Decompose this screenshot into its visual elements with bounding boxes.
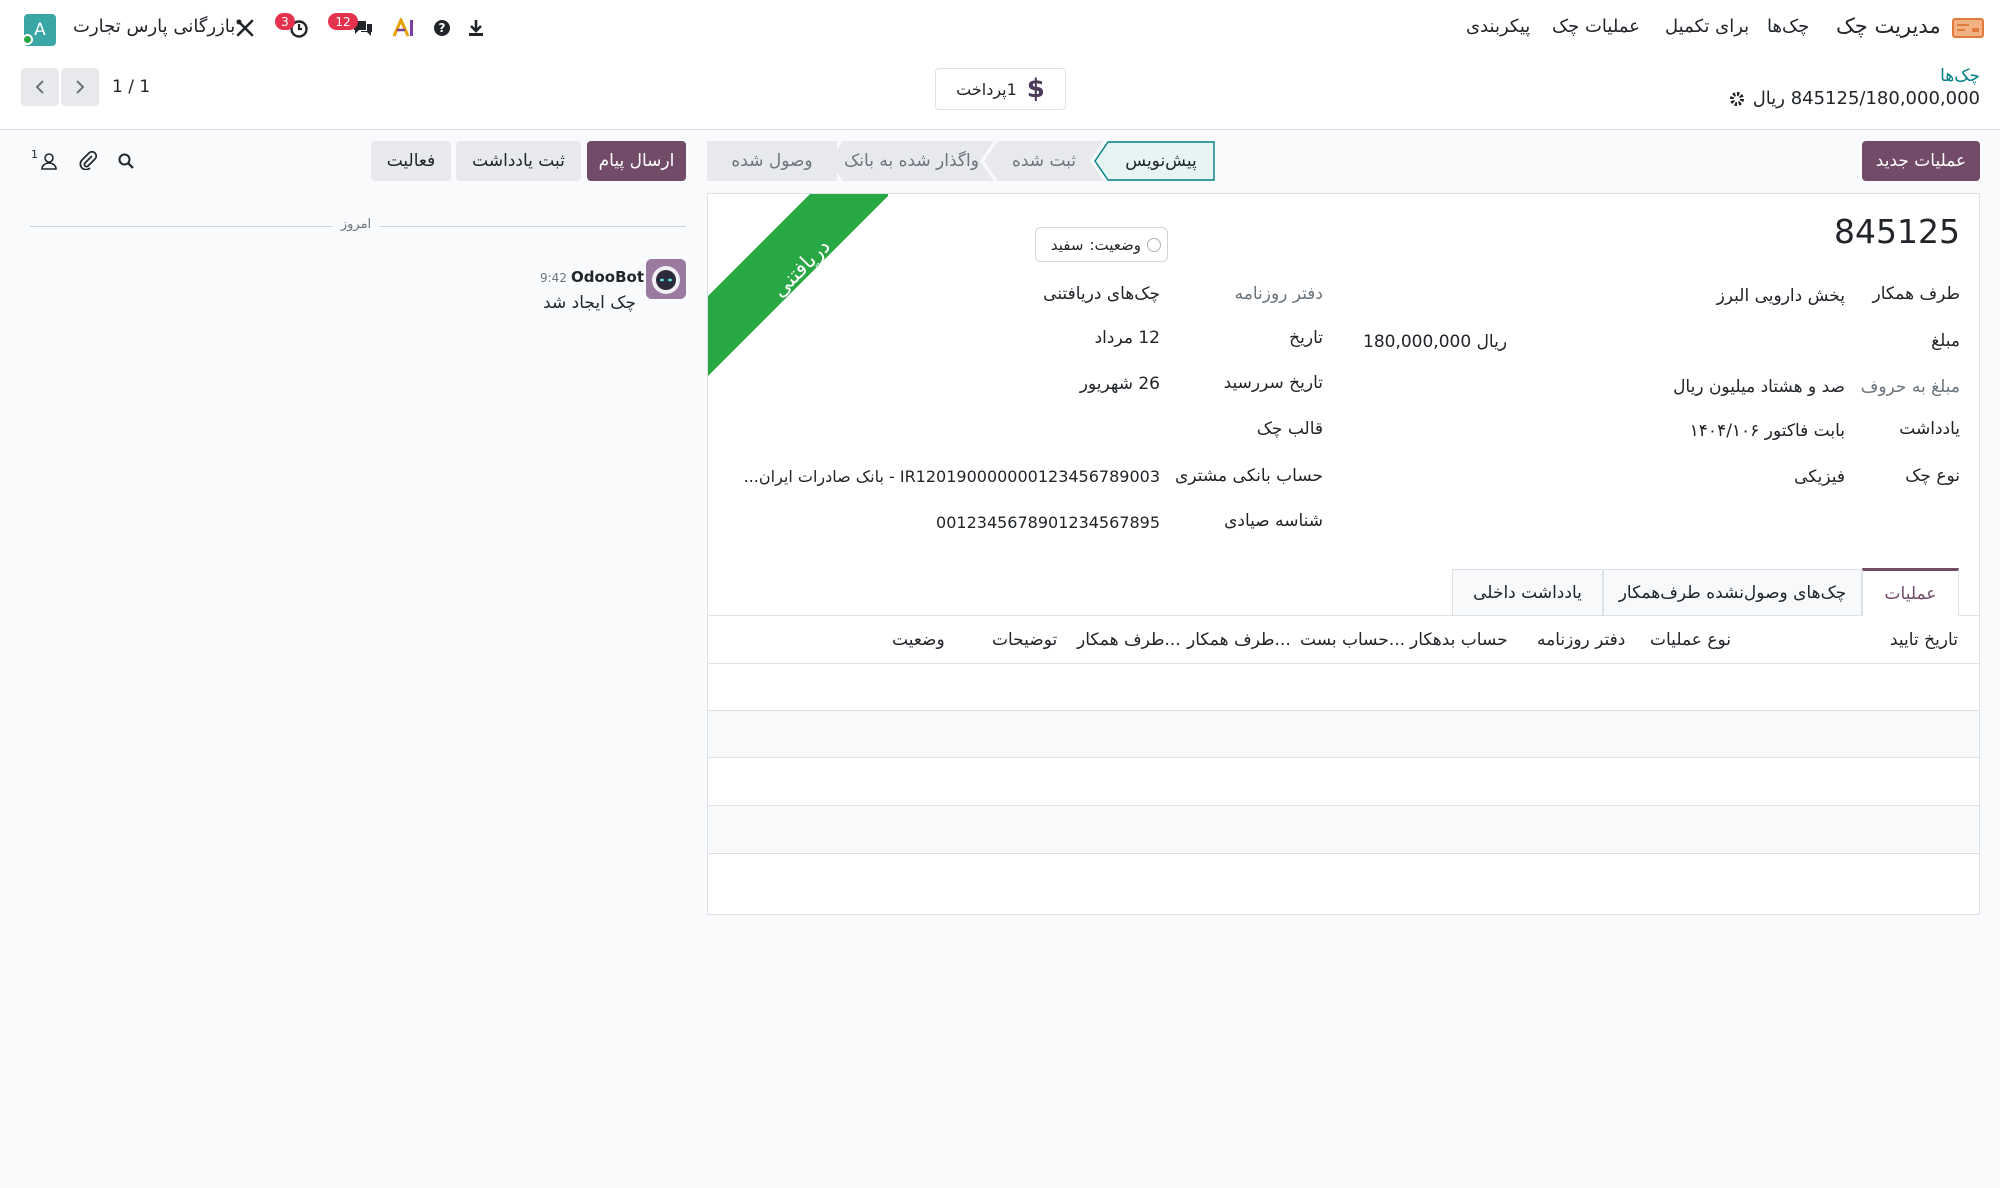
check-template-value[interactable] bbox=[940, 419, 1160, 443]
col-partner-2[interactable]: طرف همکار... bbox=[1077, 630, 1181, 650]
today-separator: امروز bbox=[340, 217, 372, 232]
table-row-divider bbox=[707, 710, 1980, 711]
sayad-id-value[interactable]: 0012345678901234567895 bbox=[900, 513, 1160, 532]
gear-icon[interactable] bbox=[1729, 91, 1745, 107]
status-label: وضعیت: bbox=[1089, 235, 1141, 254]
amount-label: مبلغ bbox=[1931, 331, 1960, 351]
table-row bbox=[708, 806, 1979, 852]
separator-line bbox=[380, 226, 686, 227]
control-panel: چک‌ها 845125/180,000,000 ریال $ 1پرداخت … bbox=[0, 58, 2000, 130]
dollar-icon: $ bbox=[1026, 74, 1045, 104]
message-time: 9:42 bbox=[540, 271, 567, 285]
attachment-icon[interactable] bbox=[78, 150, 98, 170]
top-navbar: مدیریت چک چک‌ها برای تکمیل عملیات چک پیک… bbox=[0, 0, 2000, 58]
table-header-border bbox=[707, 663, 1980, 664]
sayad-id-label: شناسه صیادی bbox=[1224, 511, 1323, 531]
menu-checks[interactable]: چک‌ها bbox=[1767, 16, 1809, 37]
ribbon: دریافتنی bbox=[708, 194, 888, 379]
tab-operations-label: عملیات bbox=[1884, 583, 1937, 604]
col-status[interactable]: وضعیت bbox=[892, 630, 945, 650]
tab-internal-notes[interactable]: یادداشت داخلی bbox=[1452, 569, 1603, 615]
new-operation-button[interactable]: عملیات جدید bbox=[1862, 141, 1980, 181]
col-partner-1[interactable]: طرف همکار... bbox=[1187, 630, 1291, 650]
debug-tools-icon[interactable] bbox=[235, 18, 255, 38]
col-journal[interactable]: دفتر روزنامه bbox=[1537, 630, 1625, 650]
menu-configuration[interactable]: پیکربندی bbox=[1466, 16, 1530, 37]
tabs-divider bbox=[707, 615, 1980, 616]
messages-badge: 12 bbox=[328, 13, 358, 30]
status-radio-icon[interactable] bbox=[1147, 237, 1161, 252]
journal-value[interactable]: چک‌های دریافتنی bbox=[940, 284, 1160, 304]
status-value: سفید bbox=[1050, 235, 1084, 254]
stage-draft-label: پیش‌نویس bbox=[1125, 151, 1197, 171]
app-name[interactable]: مدیریت چک bbox=[1836, 14, 1941, 38]
search-icon[interactable] bbox=[117, 152, 135, 170]
menu-check-operations[interactable]: عملیات چک bbox=[1552, 16, 1640, 37]
check-status-widget[interactable]: وضعیت: سفید bbox=[1035, 227, 1168, 262]
check-type-value[interactable]: فیزیکی bbox=[1600, 467, 1845, 487]
pager-previous-button[interactable] bbox=[21, 68, 59, 106]
ai-assistant-icon[interactable] bbox=[392, 18, 416, 38]
check-template-label: قالب چک bbox=[1256, 419, 1323, 439]
col-approval-date[interactable]: تاریخ تایید bbox=[1890, 630, 1958, 650]
online-status-dot bbox=[22, 34, 33, 45]
customer-bank-account-value[interactable]: IR120190000000123456789003 - بانک صادرات… bbox=[740, 467, 1160, 486]
amount-words-value: صد و هشتاد میلیون ریال bbox=[1673, 377, 1845, 397]
message-author[interactable]: OdooBot bbox=[571, 268, 644, 286]
table-row-divider bbox=[707, 805, 1980, 806]
company-switcher[interactable]: بازرگانی پارس تجارت bbox=[73, 16, 235, 37]
followers-icon[interactable] bbox=[39, 151, 59, 171]
date-value[interactable]: 12 مرداد bbox=[940, 328, 1160, 348]
date-label: تاریخ bbox=[1289, 328, 1323, 348]
amount-value[interactable]: 180,000,000 ریال bbox=[1363, 332, 1507, 352]
col-operation-type[interactable]: نوع عملیات bbox=[1650, 630, 1731, 650]
pager-next-button[interactable] bbox=[61, 68, 99, 106]
memo-value[interactable]: بابت فاکتور ۱۴۰۴/۱۰۶ bbox=[1600, 421, 1845, 441]
stage-draft-active[interactable]: پیش‌نویس bbox=[1094, 141, 1215, 181]
tab-operations[interactable]: عملیات bbox=[1862, 568, 1959, 616]
journal-label: دفتر روزنامه bbox=[1234, 284, 1323, 304]
stage-collected[interactable]: وصول شده bbox=[707, 141, 837, 181]
help-icon[interactable]: ? bbox=[434, 20, 450, 36]
send-message-button[interactable]: ارسال پیام bbox=[587, 141, 686, 181]
menu-to-complete[interactable]: برای تکمیل bbox=[1665, 16, 1749, 37]
followers-count: 1 bbox=[31, 148, 38, 161]
breadcrumb[interactable]: چک‌ها bbox=[1700, 66, 1980, 86]
activity-button[interactable]: فعالیت bbox=[371, 141, 451, 181]
tab-partner-uncollected-checks[interactable]: چک‌های وصول‌نشده طرف‌همکار bbox=[1603, 569, 1862, 615]
breadcrumb-parent[interactable]: چک‌ها bbox=[1940, 66, 1980, 86]
pager-value[interactable]: 1 / 1 bbox=[112, 77, 150, 97]
separator-line bbox=[30, 226, 332, 227]
table-row-divider bbox=[707, 853, 1980, 854]
tab-partner-uncollected-checks-label: چک‌های وصول‌نشده طرف‌همکار bbox=[1618, 582, 1847, 603]
activity-badge: 3 bbox=[275, 13, 295, 30]
stage-assigned-to-bank[interactable]: واگذار شده به بانک bbox=[829, 141, 994, 181]
payments-smart-button-label: 1پرداخت bbox=[956, 79, 1017, 99]
due-date-label: تاریخ سررسید bbox=[1223, 373, 1323, 393]
avatar-letter: A bbox=[34, 20, 46, 40]
record-title: 845125/180,000,000 ریال bbox=[1752, 88, 1980, 109]
odoobot-avatar[interactable] bbox=[646, 259, 686, 299]
table-row-divider bbox=[707, 757, 1980, 758]
app-logo-icon[interactable] bbox=[1952, 16, 1984, 40]
message-body: چک ایجاد شد bbox=[543, 293, 636, 313]
col-description[interactable]: توضیحات bbox=[992, 630, 1057, 650]
payments-smart-button[interactable]: $ 1پرداخت bbox=[935, 68, 1066, 110]
due-date-value[interactable]: 26 شهریور bbox=[940, 374, 1160, 394]
tab-internal-notes-label: یادداشت داخلی bbox=[1473, 582, 1582, 603]
log-note-button[interactable]: ثبت یادداشت bbox=[456, 141, 581, 181]
stage-registered[interactable]: ثبت شده bbox=[984, 141, 1104, 181]
check-number[interactable]: 845125 bbox=[1750, 212, 1960, 251]
col-credit-account[interactable]: حساب بست... bbox=[1300, 630, 1405, 650]
download-icon[interactable] bbox=[467, 18, 485, 38]
record-title-row: 845125/180,000,000 ریال bbox=[1590, 88, 1980, 109]
customer-bank-account-label: حساب بانکی مشتری bbox=[1175, 466, 1323, 486]
partner-value[interactable]: پخش دارویی البرز bbox=[1600, 286, 1845, 306]
col-debit-account[interactable]: حساب بدهکار bbox=[1410, 630, 1508, 650]
table-row bbox=[708, 711, 1979, 757]
